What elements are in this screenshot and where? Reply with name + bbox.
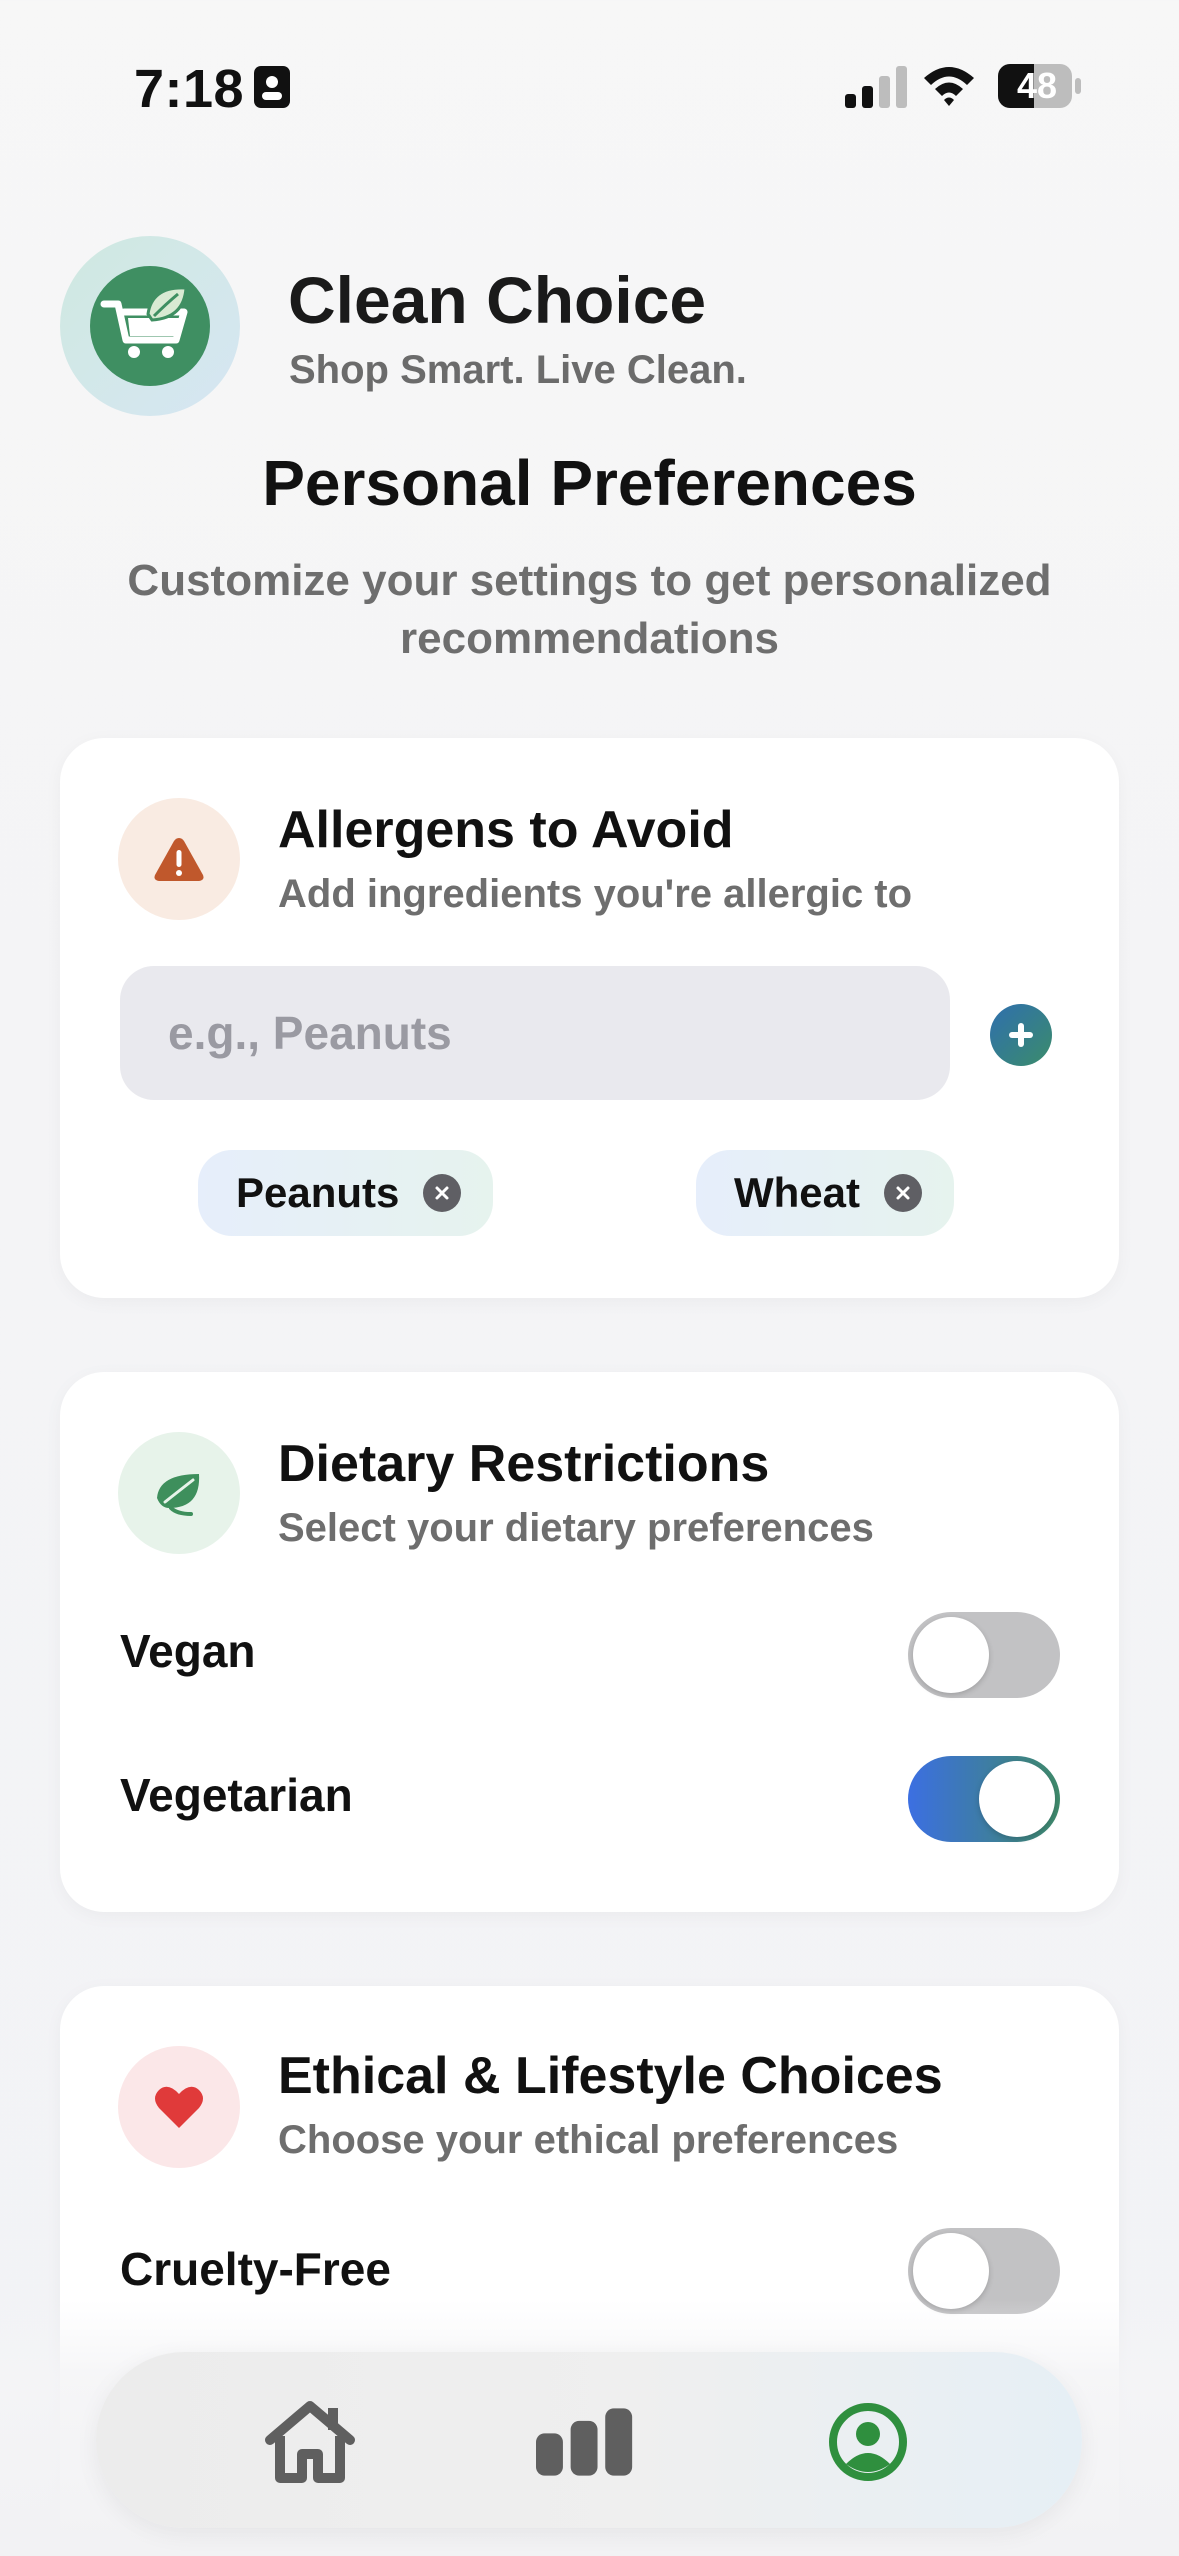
remove-chip-button[interactable]	[884, 1174, 922, 1212]
close-icon	[896, 1186, 910, 1200]
remove-chip-button[interactable]	[423, 1174, 462, 1212]
dietary-title: Dietary Restrictions	[278, 1435, 770, 1493]
status-time: 7:18	[134, 59, 245, 119]
battery-percentage: 48	[1016, 65, 1058, 106]
add-allergen-button[interactable]	[990, 1004, 1052, 1066]
app-title: Clean Choice	[288, 263, 707, 337]
app-logo	[60, 236, 240, 416]
tab-profile[interactable]	[818, 2392, 918, 2492]
allergens-title: Allergens to Avoid	[278, 801, 734, 859]
warning-icon	[154, 838, 204, 881]
focus-mode-icon	[254, 66, 290, 108]
ethical-subtitle: Choose your ethical preferences	[278, 2118, 899, 2162]
cellular-signal-icon	[845, 66, 907, 108]
chip-label: Peanuts	[236, 1169, 400, 1216]
dietary-icon-badge	[118, 1432, 240, 1554]
ethical-title: Ethical & Lifestyle Choices	[278, 2047, 943, 2105]
tab-bar	[96, 2352, 1082, 2528]
leaf-icon	[157, 1474, 200, 1516]
vegetarian-toggle[interactable]	[908, 1756, 1060, 1842]
vegan-toggle[interactable]	[908, 1612, 1060, 1698]
status-bar: 7:18 48	[0, 0, 1179, 150]
allergens-card: Allergens to Avoid Add ingredients you'r…	[60, 738, 1119, 1298]
allergen-input[interactable]	[120, 966, 950, 1100]
bar-chart-icon	[536, 2408, 633, 2476]
ethical-icon-badge	[118, 2046, 240, 2168]
dietary-card: Dietary Restrictions Select your dietary…	[60, 1372, 1119, 1912]
vegan-label: Vegan	[120, 1625, 256, 1677]
allergens-subtitle: Add ingredients you're allergic to	[278, 872, 913, 916]
cruelty-free-label: Cruelty-Free	[120, 2243, 391, 2295]
chip-label: Wheat	[734, 1169, 860, 1216]
app-tagline: Shop Smart. Live Clean.	[289, 348, 747, 392]
tab-stats[interactable]	[536, 2392, 636, 2492]
allergen-chip: Wheat	[696, 1150, 954, 1236]
close-icon	[435, 1186, 449, 1200]
allergen-chip: Peanuts	[198, 1150, 494, 1236]
vegetarian-label: Vegetarian	[120, 1769, 353, 1821]
page-subtitle: Customize your settings to get personali…	[127, 556, 1052, 663]
profile-icon	[829, 2403, 907, 2481]
dietary-subtitle: Select your dietary preferences	[278, 1506, 874, 1550]
cart-leaf-icon	[100, 286, 188, 358]
allergens-icon-badge	[118, 798, 240, 920]
page-title: Personal Preferences	[262, 447, 917, 519]
wifi-icon	[924, 67, 974, 106]
home-icon	[265, 2401, 355, 2483]
tab-home[interactable]	[260, 2392, 360, 2492]
plus-icon	[1009, 1023, 1033, 1047]
heart-icon	[155, 2086, 203, 2128]
